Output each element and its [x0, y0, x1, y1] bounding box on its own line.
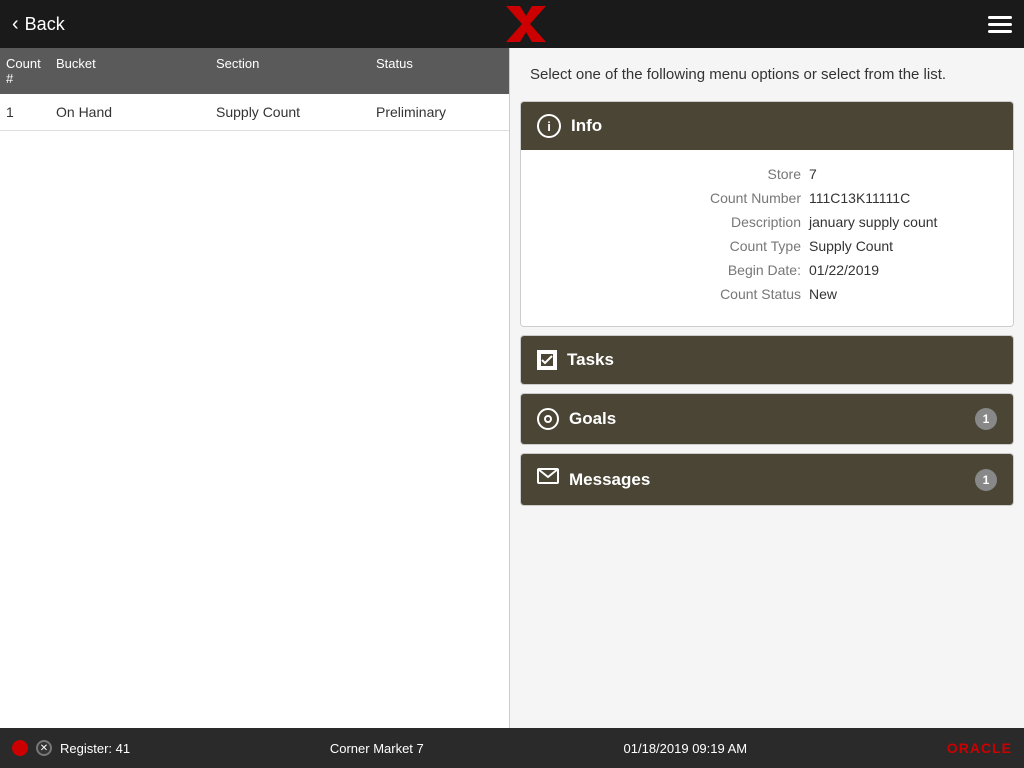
oracle-logo: ORACLE: [947, 740, 1012, 756]
register-info: Register: 41: [60, 741, 130, 756]
info-title: Info: [571, 116, 602, 136]
goals-section-header: Goals 1: [521, 394, 1013, 444]
messages-title: Messages: [569, 470, 650, 490]
tasks-icon: [537, 350, 557, 370]
back-label: Back: [25, 14, 65, 35]
info-row-begin-date: Begin Date: 01/22/2019: [545, 262, 989, 278]
messages-section-left: Messages: [537, 468, 650, 491]
tasks-section-header: Tasks: [521, 336, 1013, 384]
close-icon[interactable]: ✕: [36, 740, 52, 756]
back-arrow-icon: ‹: [12, 13, 19, 36]
app-logo: [506, 6, 546, 42]
messages-section[interactable]: Messages 1: [520, 453, 1014, 506]
instruction-text: Select one of the following menu options…: [510, 48, 1024, 101]
app-header: ‹ Back: [0, 0, 1024, 48]
app-footer: ✕ Register: 41 Corner Market 7 01/18/201…: [0, 728, 1024, 768]
menu-button[interactable]: [988, 16, 1012, 33]
goals-badge: 1: [975, 408, 997, 430]
footer-left: ✕ Register: 41: [12, 740, 130, 756]
tasks-section[interactable]: Tasks: [520, 335, 1014, 385]
messages-icon: [537, 468, 559, 491]
messages-section-header: Messages 1: [521, 454, 1013, 505]
status-red-icon: [12, 740, 28, 756]
column-header-bucket: Bucket: [50, 48, 210, 94]
info-row-store: Store 7: [545, 166, 989, 182]
info-row-count-number: Count Number 111C13K11111C: [545, 190, 989, 206]
goals-section[interactable]: Goals 1: [520, 393, 1014, 445]
info-icon: i: [537, 114, 561, 138]
description-value: january supply count: [809, 214, 989, 230]
goals-icon: [537, 408, 559, 430]
goals-title: Goals: [569, 409, 616, 429]
count-type-label: Count Type: [730, 238, 801, 254]
hamburger-line-3: [988, 30, 1012, 33]
count-number-label: Count Number: [710, 190, 801, 206]
column-header-count: Count #: [0, 48, 50, 94]
column-header-status: Status: [370, 48, 509, 94]
tasks-section-left: Tasks: [537, 350, 614, 370]
back-button[interactable]: ‹ Back: [12, 13, 65, 36]
left-panel: Count # Bucket Section Status 1 On Hand …: [0, 48, 510, 728]
hamburger-line-1: [988, 16, 1012, 19]
messages-badge: 1: [975, 469, 997, 491]
column-header-section: Section: [210, 48, 370, 94]
hamburger-line-2: [988, 23, 1012, 26]
store-value: 7: [809, 166, 989, 182]
count-status-value: New: [809, 286, 989, 302]
count-number-value: 111C13K11111C: [809, 190, 989, 206]
description-label: Description: [731, 214, 801, 230]
store-info: Corner Market 7: [330, 741, 424, 756]
begin-date-label: Begin Date:: [728, 262, 801, 278]
x-logo-icon: [506, 6, 546, 42]
info-section-header: i Info: [521, 102, 1013, 150]
cell-status: Preliminary: [370, 94, 509, 130]
info-body: Store 7 Count Number 111C13K11111C Descr…: [521, 150, 1013, 326]
begin-date-value: 01/22/2019: [809, 262, 989, 278]
count-status-label: Count Status: [720, 286, 801, 302]
right-panel: Select one of the following menu options…: [510, 48, 1024, 728]
cell-count: 1: [0, 94, 50, 130]
main-content: Count # Bucket Section Status 1 On Hand …: [0, 48, 1024, 728]
cell-section: Supply Count: [210, 94, 370, 130]
info-row-count-type: Count Type Supply Count: [545, 238, 989, 254]
info-row-description: Description january supply count: [545, 214, 989, 230]
tasks-title: Tasks: [567, 350, 614, 370]
table-header: Count # Bucket Section Status: [0, 48, 509, 94]
store-label: Store: [768, 166, 801, 182]
info-section: i Info Store 7 Count Number 111C13K11111…: [520, 101, 1014, 327]
count-type-value: Supply Count: [809, 238, 989, 254]
info-row-count-status: Count Status New: [545, 286, 989, 302]
goals-section-left: Goals: [537, 408, 616, 430]
table-row[interactable]: 1 On Hand Supply Count Preliminary: [0, 94, 509, 131]
cell-bucket: On Hand: [50, 94, 210, 130]
datetime-info: 01/18/2019 09:19 AM: [624, 741, 748, 756]
